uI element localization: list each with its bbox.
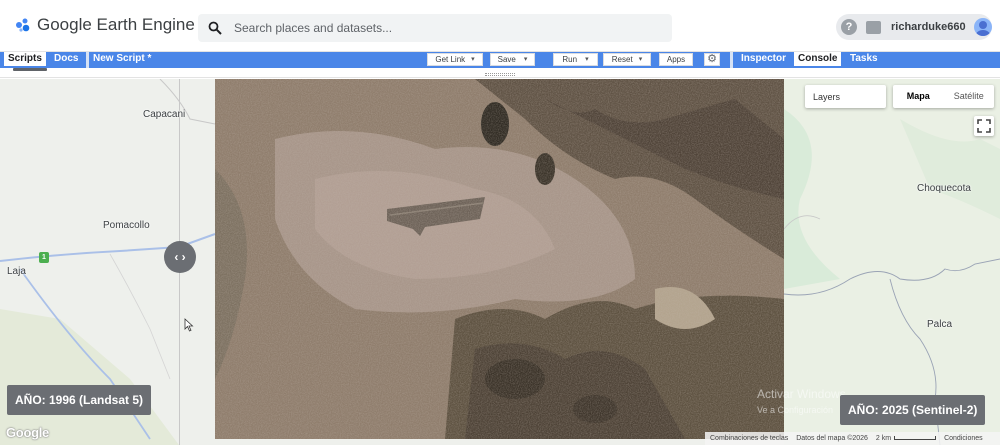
reset-button[interactable]: Reset ▾ [603, 53, 651, 66]
swipe-handle[interactable]: ‹ › [164, 241, 196, 273]
place-label: Laja [7, 266, 26, 277]
fullscreen-button[interactable] [974, 116, 994, 136]
keyboard-shortcuts-link[interactable]: Combinaciones de teclas [710, 432, 788, 445]
tab-docs[interactable]: Docs [50, 52, 82, 66]
save-label: Save [497, 55, 516, 64]
scale-bar[interactable] [894, 436, 937, 440]
get-link-button[interactable]: Get Link ▾ [427, 53, 483, 66]
save-button[interactable]: Save ▾ [490, 53, 535, 66]
map-type-satelite[interactable]: Satélite [944, 85, 995, 108]
watermark-line: Activar Windows [757, 387, 846, 401]
search-bar[interactable] [198, 14, 672, 42]
app-title: Google Earth Engine [37, 15, 195, 34]
user-area: ? richarduke660 [836, 14, 992, 40]
place-label: Palca [927, 319, 953, 330]
map-type-mapa[interactable]: Mapa [893, 85, 944, 108]
map-view[interactable]: Capacani Pomacollo Laja Choquecota Palca… [0, 79, 1000, 445]
help-icon[interactable]: ? [841, 19, 857, 35]
scripts-scrollbar[interactable] [13, 68, 47, 71]
place-label: Choquecota [917, 183, 971, 194]
satellite-image [215, 79, 784, 439]
tab-scripts[interactable]: Scripts [4, 52, 46, 66]
year-label-right: AÑO: 2025 (Sentinel-2) [840, 395, 986, 425]
map-type-toggle: Mapa Satélite [893, 85, 994, 108]
header: Google Earth Engine ? richarduke660 [0, 0, 1000, 52]
google-logo: Google [6, 425, 49, 440]
get-link-label: Get Link [435, 55, 466, 64]
search-icon [208, 21, 222, 35]
tab-tasks[interactable]: Tasks [846, 52, 882, 66]
windows-activation-watermark: Activar Windows Ve a Configuración [757, 386, 846, 418]
tab-inspector[interactable]: Inspector [737, 52, 790, 66]
place-label: Pomacollo [103, 220, 150, 231]
panel-divider[interactable] [730, 52, 733, 68]
terms-link[interactable]: Condiciones [944, 432, 983, 445]
apps-button[interactable]: Apps [659, 53, 693, 66]
gear-icon[interactable]: ⚙ [704, 53, 720, 66]
watermark-line: Ve a Configuración [757, 405, 834, 415]
chevron-down-icon[interactable]: ▾ [524, 54, 528, 65]
script-name[interactable]: New Script * [89, 52, 155, 66]
reset-label: Reset [611, 55, 633, 64]
feedback-icon[interactable] [866, 20, 881, 34]
username[interactable]: richarduke660 [891, 21, 966, 33]
run-label: Run [562, 55, 578, 64]
logo[interactable]: Google Earth Engine [14, 15, 195, 35]
year-label-left: AÑO: 1996 (Landsat 5) [7, 385, 152, 415]
scale-label[interactable]: 2 km [876, 432, 891, 445]
avatar[interactable] [973, 18, 992, 36]
mouse-cursor-icon [184, 318, 194, 332]
run-button[interactable]: Run ▾ [553, 53, 598, 66]
map-resize-handle[interactable] [485, 73, 515, 76]
search-input[interactable] [234, 21, 654, 35]
fullscreen-icon [977, 119, 991, 133]
road-shield-icon: 1 [39, 252, 49, 263]
map-data-text: Datos del mapa ©2026 [796, 435, 868, 442]
chevron-down-icon[interactable]: ▾ [639, 54, 643, 65]
layers-button[interactable]: Layers [805, 85, 886, 108]
place-label: Capacani [143, 109, 186, 120]
chevron-down-icon[interactable]: ▾ [585, 54, 589, 65]
code-editor-toolbar: Scripts Docs New Script * Get Link ▾ Sav… [0, 52, 1000, 68]
chevron-down-icon[interactable]: ▾ [471, 54, 475, 65]
map-attribution: Combinaciones de teclas Datos del mapa ©… [705, 432, 1000, 445]
earth-engine-app: Google Earth Engine ? richarduke660 Scri… [0, 0, 1000, 445]
earth-engine-logo-icon [16, 18, 30, 32]
tab-console[interactable]: Console [794, 52, 842, 66]
